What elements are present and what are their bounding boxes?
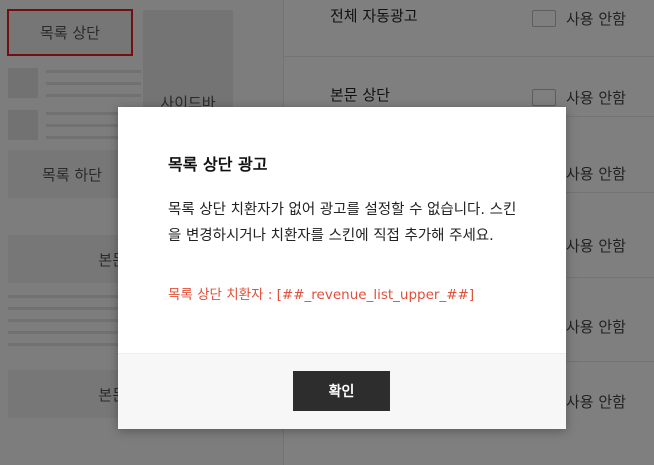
confirm-button[interactable]: 확인 [293,371,390,411]
dialog-placeholder-code: 목록 상단 치환자 : [##_revenue_list_upper_##] [168,287,475,303]
dialog-message: 목록 상단 치환자가 없어 광고를 설정할 수 없습니다. 스킨을 변경하시거나… [168,202,517,244]
dialog-footer: 확인 [118,353,566,429]
alert-dialog: 목록 상단 광고 목록 상단 치환자가 없어 광고를 설정할 수 없습니다. 스… [118,107,566,429]
dialog-title: 목록 상단 광고 [168,155,268,174]
